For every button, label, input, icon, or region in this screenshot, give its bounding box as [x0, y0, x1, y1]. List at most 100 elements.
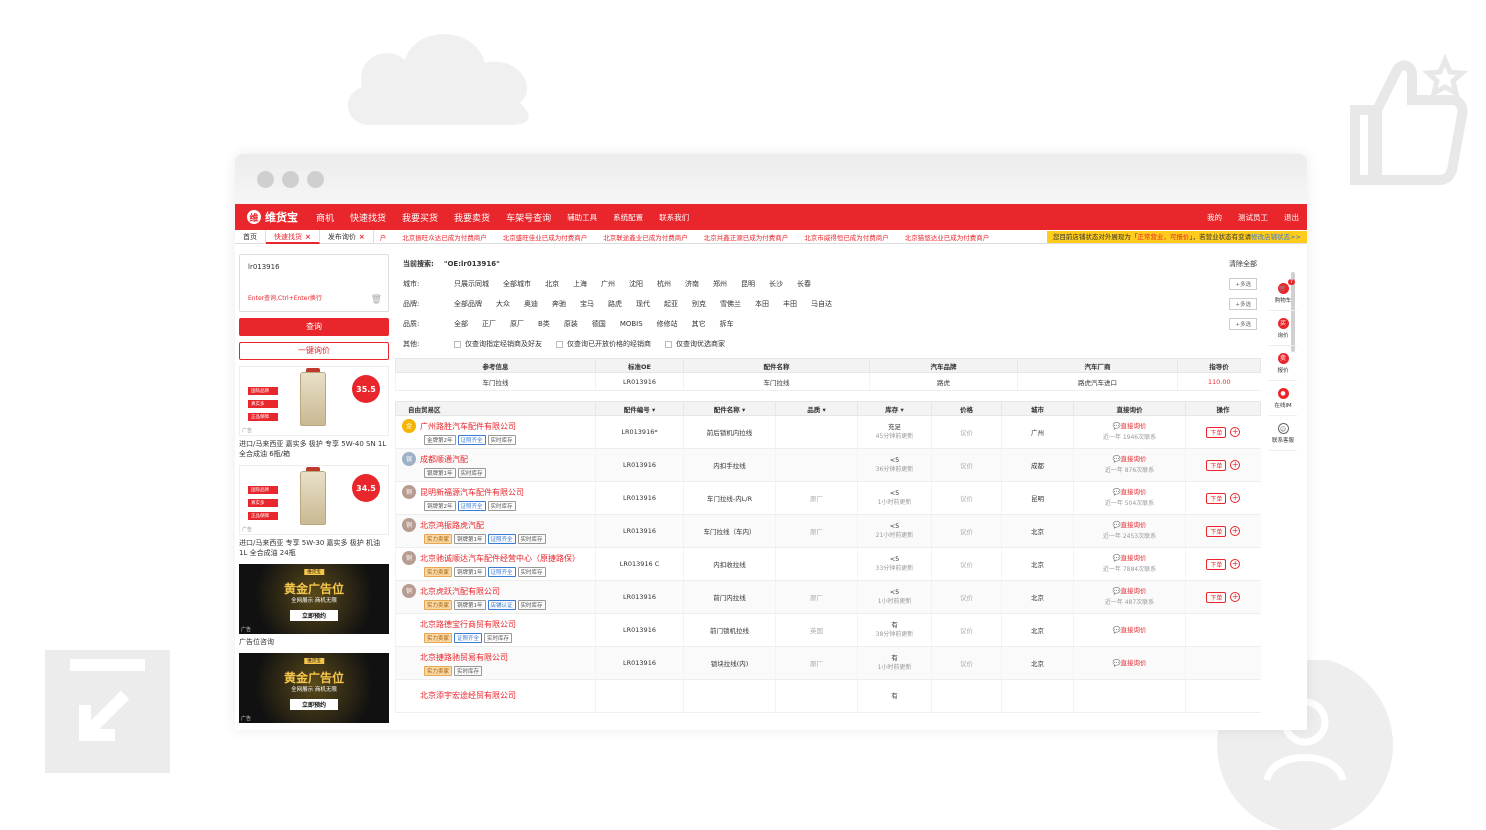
table-row[interactable]: 铜北京鸿振路虎汽配 实力卖家 铜牌第1年 证照齐全 实时库存 LR013916 车门拉… [395, 514, 1261, 548]
direct-inquiry-link[interactable]: 💬直接询价 [1074, 658, 1185, 669]
other-option[interactable]: 仅查询指定经销商及好友 [447, 339, 549, 349]
seller-name-link[interactable]: 北京路德宝行商贸有限公司 [420, 620, 516, 629]
window-dot[interactable] [257, 170, 274, 188]
city-option[interactable]: 广州 [594, 279, 622, 289]
multi-select-button[interactable]: +多选 [1229, 278, 1257, 290]
modify-status-link[interactable]: 修改店铺状态>> [1251, 233, 1301, 241]
sidebar-inquiry-button[interactable]: 买询价 [1269, 311, 1297, 346]
other-option[interactable]: 仅查询已开放价格的经销商 [549, 339, 658, 349]
add-to-cart-icon[interactable]: + [1230, 526, 1241, 536]
brand-option[interactable]: 起亚 [657, 299, 685, 309]
brand-option[interactable]: 全部品牌 [447, 299, 489, 309]
nav-item[interactable]: 快速找货 [342, 211, 394, 224]
other-option[interactable]: 仅查询优选商家 [658, 339, 732, 349]
sidebar-service-button[interactable]: ☺ 联系客服 [1269, 416, 1297, 451]
brand-option[interactable]: 路虎 [601, 299, 629, 309]
brand-option[interactable]: 宝马 [573, 299, 601, 309]
query-button[interactable]: 查询 [239, 318, 389, 336]
ad-title[interactable]: 进口/马来西亚 专享 5W-30 嘉实多 极护 机油 1L 全合成油 24瓶 [239, 538, 389, 558]
brand-option[interactable]: 大众 [489, 299, 517, 309]
reserve-button[interactable]: 立即预约 [289, 610, 339, 621]
table-row[interactable]: 北京捷路驰贸易有限公司 实力卖家 实时库存 LR013916 锁块拉线(内) 原厂… [395, 646, 1261, 680]
order-button[interactable]: 下单 [1206, 591, 1227, 603]
order-button[interactable]: 下单 [1206, 426, 1227, 438]
order-button[interactable]: 下单 [1206, 459, 1227, 471]
nav-item[interactable]: 车架号查询 [498, 211, 559, 224]
direct-inquiry-link[interactable]: 💬直接询价 [1074, 625, 1185, 636]
city-option[interactable]: 沈阳 [622, 279, 650, 289]
city-option[interactable]: 上海 [566, 279, 594, 289]
quality-option[interactable]: 德国 [585, 319, 613, 329]
brand-option[interactable]: 别克 [685, 299, 713, 309]
add-to-cart-icon[interactable]: + [1230, 493, 1241, 503]
brand-option[interactable]: 雪佛兰 [713, 299, 748, 309]
seller-name-link[interactable]: 北京捷路驰贸易有限公司 [420, 653, 508, 662]
brand-logo[interactable]: 维维货宝 [235, 209, 308, 225]
product-ad[interactable]: 国际品牌 真实多 正品保障 35.5 广告 [239, 366, 389, 436]
quality-option[interactable]: 原装 [557, 319, 585, 329]
gold-ad-slot[interactable]: 维货宝 黄金广告位 全网展示 商机无限 立即预约 广告 [239, 653, 389, 723]
direct-inquiry-link[interactable]: 💬直接询价 [1074, 454, 1185, 465]
col-header[interactable]: 自由贸易区 [395, 401, 596, 416]
nav-item[interactable]: 系统配置 [605, 212, 651, 223]
tab-publish-inquiry[interactable]: 发布询价 × [320, 229, 374, 244]
tab-quick-find[interactable]: 快速找货 × [266, 229, 320, 244]
quality-option[interactable]: 全部 [447, 319, 475, 329]
quality-option[interactable]: 原厂 [503, 319, 531, 329]
seller-name-link[interactable]: 昆明新福源汽车配件有限公司 [420, 488, 524, 497]
table-row[interactable]: 铜昆明新福源汽车配件有限公司 铜牌第2年 证照齐全 实时库存 LR013916 车门… [395, 481, 1261, 515]
clear-all-button[interactable]: 清除全部 [1229, 259, 1257, 269]
city-option[interactable]: 北京 [538, 279, 566, 289]
trash-icon[interactable]: 🗑 [371, 295, 382, 305]
brand-option[interactable]: 丰田 [776, 299, 804, 309]
sidebar-chat-button[interactable]: ● 在线IM [1269, 381, 1297, 416]
city-option[interactable]: 杭州 [650, 279, 678, 289]
seller-name-link[interactable]: 广州路胜汽车配件有限公司 [420, 422, 516, 431]
city-option[interactable]: 只展示同城 [447, 279, 496, 289]
reserve-button[interactable]: 立即预约 [289, 699, 339, 710]
col-header[interactable]: 库存 ▾ [857, 401, 932, 416]
direct-inquiry-link[interactable]: 💬直接询价 [1074, 553, 1185, 564]
col-header[interactable]: 配件编号 ▾ [595, 401, 684, 416]
quality-option[interactable]: B类 [531, 319, 557, 329]
table-row[interactable]: 银成都顺通汽配 银牌第1年 实时库存 LR013916 内扣手拉线 <5 36分钟前… [395, 448, 1261, 482]
product-ad[interactable]: 国际品牌 真实多 正品保障 34.5 广告 [239, 465, 389, 535]
close-icon[interactable]: × [359, 233, 365, 241]
search-box[interactable]: lr013916 Enter查询,Ctrl+Enter换行 🗑 [239, 254, 389, 312]
quality-option[interactable]: 其它 [685, 319, 713, 329]
checkbox[interactable] [665, 340, 672, 348]
seller-name-link[interactable]: 北京驰诚顺达汽车配件经营中心（原捷路保） [420, 554, 580, 563]
quality-option[interactable]: MOBIS [613, 320, 650, 328]
nav-logout[interactable]: 退出 [1276, 212, 1307, 223]
table-row[interactable]: 铜北京驰诚顺达汽车配件经营中心（原捷路保） 实力卖家 铜牌第1年 证照齐全 实时库存 … [395, 547, 1261, 581]
checkbox[interactable] [556, 340, 563, 348]
tab-home[interactable]: 首页 [235, 229, 266, 244]
seller-name-link[interactable]: 成都顺通汽配 [420, 455, 468, 464]
sidebar-cart-button[interactable]: 🛒 购物车 7 [1269, 276, 1297, 311]
add-to-cart-icon[interactable]: + [1230, 460, 1241, 470]
quality-option[interactable]: 拆车 [713, 319, 741, 329]
city-option[interactable]: 全部城市 [496, 279, 538, 289]
city-option[interactable]: 济南 [678, 279, 706, 289]
table-row[interactable]: 北京路德宝行商贸有限公司 实力卖家 证照齐全 实时库存 LR013916 前门锁机拉… [395, 613, 1261, 647]
nav-item[interactable]: 辅助工具 [559, 212, 605, 223]
ad-caption[interactable]: 广告位咨询 [239, 637, 389, 647]
table-row[interactable]: 金广州路胜汽车配件有限公司 金牌第2年 证照齐全 实时库存 LR013916* 前后… [395, 415, 1261, 449]
nav-item[interactable]: 我要买货 [394, 211, 446, 224]
seller-name-link[interactable]: 北京虎跃汽配有限公司 [420, 587, 500, 596]
multi-select-button[interactable]: +多选 [1229, 318, 1257, 330]
brand-option[interactable]: 马自达 [804, 299, 839, 309]
city-option[interactable]: 昆明 [734, 279, 762, 289]
direct-inquiry-link[interactable]: 💬直接询价 [1074, 520, 1185, 531]
sidebar-quote-button[interactable]: 卖报价 [1269, 346, 1297, 381]
direct-inquiry-link[interactable]: 💬直接询价 [1074, 586, 1185, 597]
add-to-cart-icon[interactable]: + [1230, 592, 1241, 602]
brand-option[interactable]: 奔驰 [545, 299, 573, 309]
ad-title[interactable]: 进口/马来西亚 嘉实多 极护 专享 5W-40 SN 1L 全合成油 6瓶/箱 [239, 439, 389, 459]
order-button[interactable]: 下单 [1206, 558, 1227, 570]
nav-item[interactable]: 商机 [308, 211, 342, 224]
nav-user[interactable]: 测试员工 [1230, 212, 1276, 223]
direct-inquiry-link[interactable]: 💬直接询价 [1074, 421, 1185, 432]
city-option[interactable]: 长沙 [762, 279, 790, 289]
checkbox[interactable] [454, 340, 461, 348]
